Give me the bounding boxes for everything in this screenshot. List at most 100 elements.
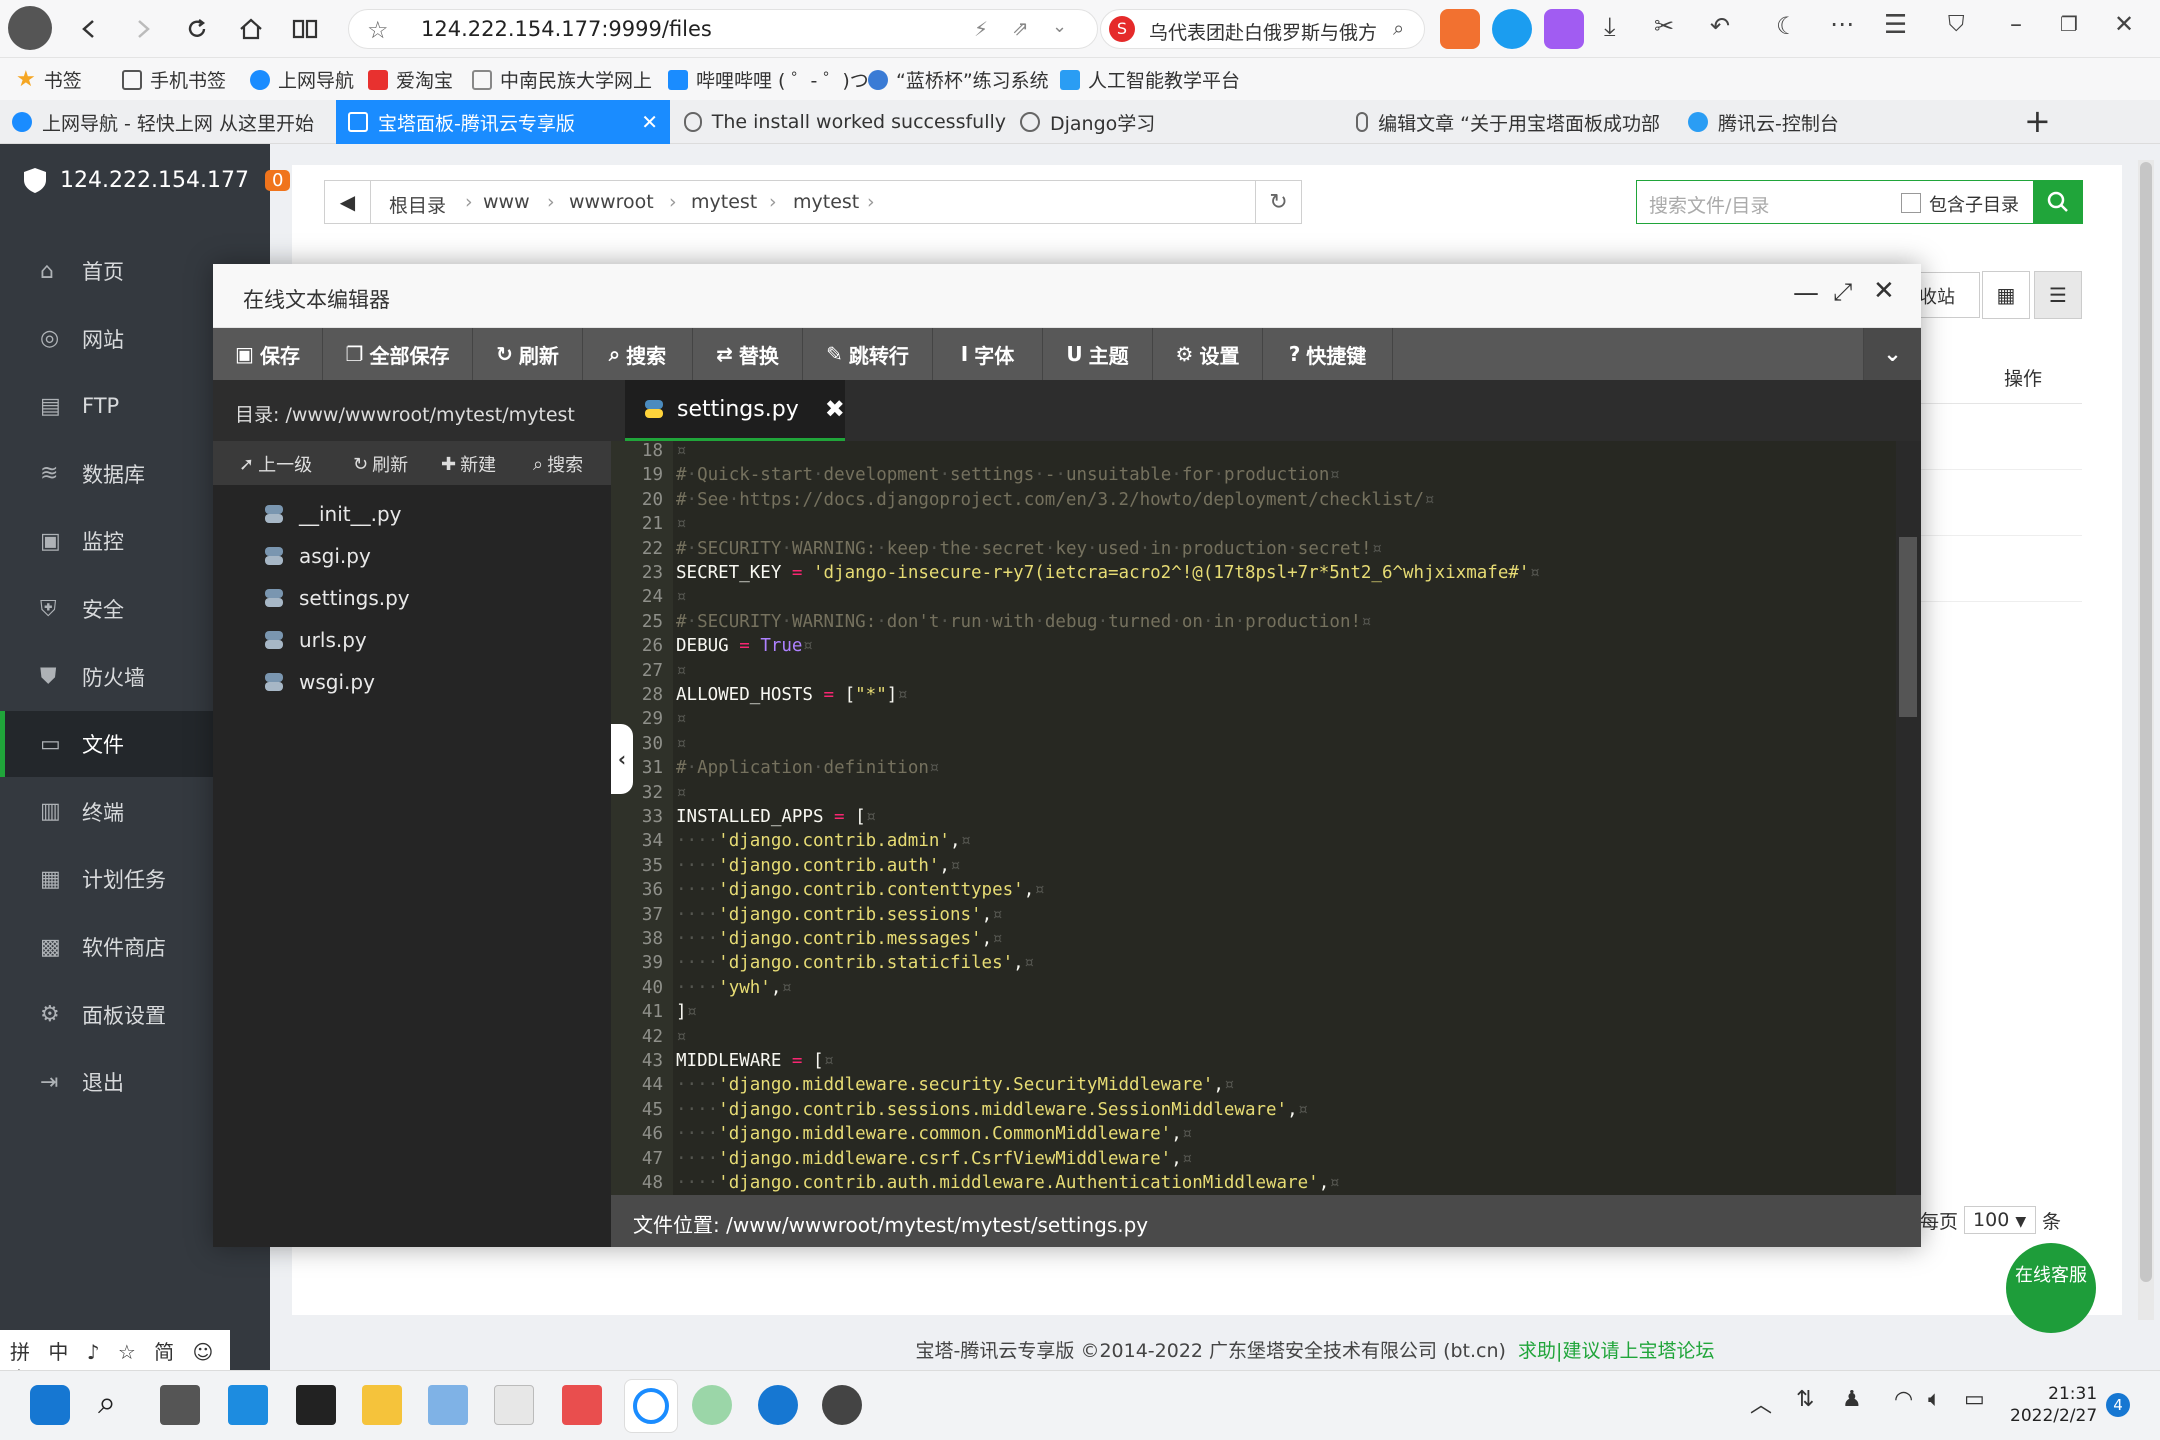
code-line[interactable]: ····'django.contrib.contenttypes',¤: [676, 878, 1045, 902]
goto-line-button[interactable]: ✎ 跳转行: [803, 328, 933, 380]
avatar-app-icon[interactable]: [822, 1385, 862, 1425]
search-input[interactable]: S 乌代表团赴白俄罗斯与俄方 ⌕: [1100, 9, 1425, 49]
file-tree-item[interactable]: __init__.py: [263, 502, 402, 526]
browser-tab[interactable]: 编辑文章 “关于用宝塔面板成功部: [1344, 100, 1660, 144]
browser-tab[interactable]: 腾讯云-控制台: [1676, 100, 1976, 144]
code-line[interactable]: ¤: [676, 707, 687, 731]
per-page-select[interactable]: 100 ▼: [1964, 1206, 2037, 1234]
browser-tab[interactable]: The install worked successfully: [672, 100, 1006, 144]
code-line[interactable]: ····'django.contrib.auth.middleware.Auth…: [676, 1171, 1340, 1195]
photos-icon[interactable]: [428, 1385, 468, 1425]
app-icon[interactable]: [562, 1385, 602, 1425]
chevron-up-icon[interactable]: ︿: [1750, 1387, 1772, 1419]
grid-view-button[interactable]: ▦: [1982, 271, 2030, 319]
toolbar-collapse-button[interactable]: ⌄: [1863, 328, 1921, 380]
more-icon[interactable]: ⋯: [1830, 10, 1854, 38]
moon-icon[interactable]: ☾: [1776, 12, 1798, 40]
code-line[interactable]: #·SECURITY·WARNING:·keep·the·secret·key·…: [676, 537, 1382, 561]
minimize-icon[interactable]: —: [1793, 278, 1819, 308]
refresh-icon[interactable]: ↻: [1255, 181, 1301, 223]
reader-icon[interactable]: [286, 10, 324, 48]
menu-icon[interactable]: ☰: [1884, 10, 1907, 40]
code-line[interactable]: INSTALLED_APPS = [¤: [676, 805, 876, 829]
game-icon[interactable]: [1440, 9, 1480, 49]
code-line[interactable]: ¤: [676, 659, 687, 683]
code-line[interactable]: ····'django.contrib.staticfiles',¤: [676, 951, 1034, 975]
code-line[interactable]: ]¤: [676, 1000, 697, 1024]
code-line[interactable]: #·SECURITY·WARNING:·don't·run·with·debug…: [676, 610, 1372, 634]
bookmark-item[interactable]: 爱淘宝: [368, 66, 453, 93]
browser-taskbar-icon[interactable]: [624, 1379, 678, 1433]
parent-dir-button[interactable]: ➚ 上一级: [239, 451, 312, 477]
k-app-icon[interactable]: [758, 1385, 798, 1425]
code-line[interactable]: ····'django.contrib.admin',¤: [676, 829, 971, 853]
browser-tab-active[interactable]: 宝塔面板-腾讯云专享版 ✕: [336, 100, 670, 144]
bookmark-item[interactable]: 手机书签: [122, 66, 226, 93]
code-editor[interactable]: 18 19 20 21 22 23 24 25 26 27 28 29 30 31 32 33 34 35 36 37…: [611, 441, 1896, 1195]
back-icon[interactable]: [70, 10, 108, 48]
translate-icon[interactable]: [1544, 9, 1584, 49]
breadcrumb-item[interactable]: www: [483, 191, 530, 213]
collapse-tree-button[interactable]: ‹: [611, 724, 633, 794]
new-tab-button[interactable]: +: [2024, 102, 2051, 140]
share-icon[interactable]: ⇗: [1012, 16, 1029, 40]
open-file-tab[interactable]: settings.py ✖: [625, 380, 845, 441]
file-tree-item[interactable]: asgi.py: [263, 544, 371, 568]
file-search-input[interactable]: 搜索文件/目录: [1649, 191, 1769, 218]
code-line[interactable]: ALLOWED_HOSTS = ["*"]¤: [676, 683, 908, 707]
star-icon[interactable]: ☆: [367, 16, 389, 44]
bookmark-item[interactable]: “蓝桥杯”练习系统: [868, 66, 1049, 93]
list-view-button[interactable]: ☰: [2034, 271, 2082, 319]
refresh-tree-button[interactable]: ↻ 刷新: [353, 451, 408, 477]
code-line[interactable]: ¤: [676, 781, 687, 805]
wifi-icon[interactable]: ◠: [1894, 1387, 1913, 1412]
browser-tab[interactable]: Django学习: [1008, 100, 1342, 144]
reload-icon[interactable]: [178, 10, 216, 48]
magnifier-icon[interactable]: ⌕: [1393, 16, 1404, 40]
bookmark-item[interactable]: 人工智能教学平台: [1060, 66, 1240, 93]
qq-icon[interactable]: ♟: [1842, 1387, 1862, 1412]
code-line[interactable]: ····'django.contrib.sessions.middleware.…: [676, 1098, 1308, 1122]
replace-button[interactable]: ⇄ 替换: [693, 328, 803, 380]
theme-button[interactable]: U 主题: [1043, 328, 1153, 380]
code-line[interactable]: #·Application·definition¤: [676, 756, 939, 780]
address-bar[interactable]: ☆ 124.222.154.177:9999/files ⚡ ⇗ ⌄: [348, 9, 1098, 49]
back-arrow-icon[interactable]: ◀: [325, 181, 371, 223]
ime-toolbar[interactable]: 拼 中 ♪ ☆ 简 ☺ ⚙: [0, 1330, 230, 1389]
chevron-down-icon[interactable]: ⌄: [1052, 16, 1067, 37]
save-all-button[interactable]: ❐ 全部保存: [323, 328, 473, 380]
shirt-icon[interactable]: ⛉: [1948, 12, 1965, 37]
code-line[interactable]: ¤: [676, 512, 687, 536]
bookmark-item[interactable]: 哔哩哔哩 ( ゜- ゜)つ: [668, 66, 869, 93]
code-line[interactable]: ¤: [676, 441, 687, 463]
editor-scroll-thumb[interactable]: [1899, 537, 1917, 717]
code-line[interactable]: ····'ywh',¤: [676, 976, 792, 1000]
widgets-icon[interactable]: [228, 1385, 268, 1425]
download-icon[interactable]: ⤓: [1604, 12, 1616, 43]
code-line[interactable]: ····'django.contrib.sessions',¤: [676, 903, 1003, 927]
page-scrollbar[interactable]: [2138, 160, 2154, 1320]
code-line[interactable]: ¤: [676, 1025, 687, 1049]
breadcrumb-item[interactable]: mytest: [793, 191, 859, 213]
online-service-button[interactable]: 在线客服: [2006, 1243, 2096, 1333]
code-line[interactable]: #·Quick-start·development·settings·-·uns…: [676, 463, 1340, 487]
bookmark-item[interactable]: 上网导航: [250, 66, 354, 93]
browser-tab[interactable]: 上网导航 - 轻快上网 从这里开始: [0, 100, 334, 144]
scissors-icon[interactable]: ✂: [1654, 12, 1674, 40]
sync-icon[interactable]: ⇅: [1796, 1387, 1814, 1412]
close-icon[interactable]: ✕: [1873, 276, 1895, 306]
code-line[interactable]: ¤: [676, 732, 687, 756]
infinity-icon[interactable]: [1492, 9, 1532, 49]
battery-icon[interactable]: ▭: [1964, 1387, 1985, 1412]
forward-icon[interactable]: [124, 10, 162, 48]
save-button[interactable]: ▣ 保存: [213, 328, 323, 380]
code-line[interactable]: ¤: [676, 585, 687, 609]
close-window-icon[interactable]: ✕: [2114, 10, 2134, 38]
close-tab-icon[interactable]: ✕: [641, 110, 658, 134]
breadcrumb-item[interactable]: wwwroot: [569, 191, 654, 213]
search-icon[interactable]: ⌕: [98, 1383, 116, 1422]
settings-button[interactable]: ⚙ 设置: [1153, 328, 1263, 380]
file-tree-item[interactable]: settings.py: [263, 586, 410, 610]
forum-link[interactable]: 求助|建议请上宝塔论坛: [1518, 1340, 1714, 1362]
code-line[interactable]: ····'django.contrib.auth',¤: [676, 854, 961, 878]
